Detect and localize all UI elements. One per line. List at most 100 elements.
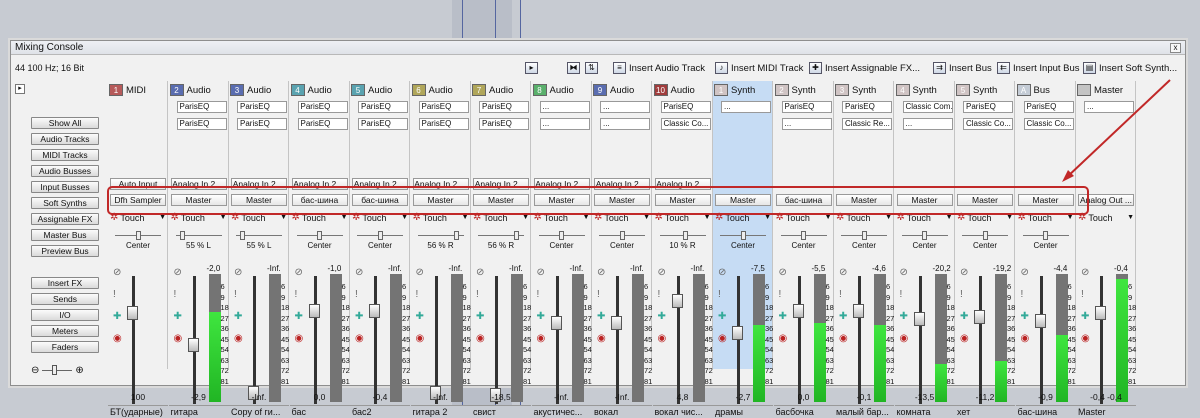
mute-icon[interactable]: ⊘	[960, 268, 968, 278]
solo-icon[interactable]: !	[355, 290, 358, 300]
mute-icon[interactable]: ⊘	[718, 268, 726, 278]
record-arm-icon[interactable]: ◉	[597, 334, 606, 344]
volume-fader[interactable]	[187, 338, 199, 352]
solo-icon[interactable]: !	[1081, 290, 1084, 300]
pan-handle[interactable]	[982, 231, 988, 240]
sends-button[interactable]: Sends	[31, 293, 99, 305]
insert-fx-slot[interactable]: ParisEQ	[660, 101, 711, 113]
insert-fx-slot[interactable]: ParisEQ	[479, 101, 529, 113]
record-arm-icon[interactable]: ◉	[113, 334, 122, 344]
solo-icon[interactable]: !	[113, 290, 116, 300]
insert-fx-slot[interactable]: ParisEQ	[176, 118, 227, 130]
pan-slider[interactable]: 55 % L	[170, 228, 228, 250]
audio-busses-button[interactable]: Audio Busses	[31, 165, 99, 177]
track-name-field[interactable]: вокал	[592, 405, 652, 418]
solo-icon[interactable]: !	[537, 290, 540, 300]
insert-fx-slot[interactable]: ...	[721, 101, 771, 113]
toolbar-menu-icon[interactable]: ▸	[525, 60, 538, 76]
track-name-field[interactable]: комната	[894, 405, 955, 418]
pan-slider[interactable]: Center	[533, 228, 591, 250]
track-name-field[interactable]: вокал чис...	[652, 405, 713, 418]
record-arm-icon[interactable]: ◉	[658, 334, 667, 344]
phase-icon[interactable]: ✚	[113, 312, 121, 322]
volume-fader[interactable]	[550, 316, 562, 330]
mute-icon[interactable]: ⊘	[1021, 268, 1029, 278]
record-arm-icon[interactable]: ◉	[779, 334, 788, 344]
strip-header[interactable]: 7 Audio	[472, 83, 529, 97]
insert-fx-slot[interactable]: ...	[539, 101, 590, 113]
record-arm-icon[interactable]: ◉	[1081, 334, 1090, 344]
volume-fader[interactable]	[127, 306, 138, 320]
record-arm-icon[interactable]: ◉	[900, 334, 909, 344]
track-name-field[interactable]: гитара	[168, 405, 229, 418]
solo-icon[interactable]: !	[900, 290, 903, 300]
solo-icon[interactable]: !	[295, 290, 298, 300]
record-arm-icon[interactable]: ◉	[295, 334, 304, 344]
track-name-field[interactable]: бас2	[350, 405, 410, 418]
insert-fx-slot[interactable]: ParisEQ	[963, 101, 1013, 113]
insert-fx-slot[interactable]: Classic Co...	[963, 118, 1013, 130]
volume-fader[interactable]	[853, 304, 864, 318]
record-arm-icon[interactable]: ◉	[234, 334, 243, 344]
pan-handle[interactable]	[514, 231, 520, 240]
volume-fader[interactable]	[792, 304, 804, 318]
phase-icon[interactable]: ✚	[537, 312, 545, 322]
record-arm-icon[interactable]: ◉	[839, 334, 848, 344]
zoom-control[interactable]: ⊖ ⊕	[31, 365, 84, 376]
phase-icon[interactable]: ✚	[416, 312, 424, 322]
track-name-field[interactable]: бас	[289, 405, 350, 418]
mute-icon[interactable]: ⊘	[839, 268, 847, 278]
expand-arrow-icon[interactable]: ▸	[15, 84, 25, 94]
track-name-field[interactable]: драмы	[713, 405, 773, 418]
input-busses-button[interactable]: Input Busses	[31, 181, 99, 193]
record-arm-icon[interactable]: ◉	[174, 334, 183, 344]
meters-button[interactable]: Meters	[31, 325, 99, 337]
record-arm-icon[interactable]: ◉	[960, 334, 969, 344]
solo-icon[interactable]: !	[597, 290, 600, 300]
pan-slider[interactable]: 55 % L	[230, 228, 288, 250]
pan-handle[interactable]	[453, 231, 459, 240]
volume-fader[interactable]	[913, 312, 925, 326]
toolbar-routing-icon[interactable]: ⧓	[567, 60, 580, 76]
volume-fader[interactable]	[1095, 306, 1106, 320]
strip-header[interactable]: 4 Audio	[290, 83, 348, 97]
insert-bus-button[interactable]: ⇉ Insert Bus	[933, 60, 992, 76]
pan-slider[interactable]: Center	[593, 228, 651, 250]
mute-icon[interactable]: ⊘	[779, 268, 787, 278]
volume-fader[interactable]	[974, 310, 985, 324]
master-bus-button[interactable]: Master Bus	[31, 229, 99, 241]
mute-icon[interactable]: ⊘	[476, 268, 484, 278]
strip-header[interactable]: 1 Synth	[714, 83, 771, 97]
strip-header[interactable]: 10 Audio	[653, 83, 711, 97]
pan-handle[interactable]	[683, 231, 689, 240]
insert-soft-synth-button[interactable]: ▤ Insert Soft Synth...	[1083, 60, 1177, 76]
pan-handle[interactable]	[922, 231, 927, 240]
insert-fx-slot[interactable]: ParisEQ	[479, 118, 529, 130]
strip-header[interactable]: 1 MIDI	[109, 83, 166, 97]
phase-icon[interactable]: ✚	[234, 312, 242, 322]
mute-icon[interactable]: ⊘	[900, 268, 908, 278]
phase-icon[interactable]: ✚	[295, 312, 303, 322]
insert-fx-slot[interactable]: ...	[600, 101, 650, 113]
phase-icon[interactable]: ✚	[355, 312, 363, 322]
strip-header[interactable]: 8 Audio	[532, 83, 590, 97]
mute-icon[interactable]: ⊘	[416, 268, 424, 278]
pan-handle[interactable]	[801, 231, 806, 240]
pan-handle[interactable]	[377, 231, 383, 240]
strip-header[interactable]: 9 Audio	[593, 83, 650, 97]
track-name-field[interactable]: бас-шина	[1015, 405, 1076, 418]
insert-fx-slot[interactable]: ...	[539, 118, 590, 130]
insert-midi-track-button[interactable]: ♪ Insert MIDI Track	[715, 60, 803, 76]
midi-tracks-button[interactable]: MIDI Tracks	[31, 149, 99, 161]
faders-button[interactable]: Faders	[31, 341, 99, 353]
audio-tracks-button[interactable]: Audio Tracks	[31, 133, 99, 145]
record-arm-icon[interactable]: ◉	[718, 334, 727, 344]
track-name-field[interactable]: БТ(ударные)	[108, 405, 168, 418]
mute-icon[interactable]: ⊘	[597, 268, 605, 278]
strip-header[interactable]: 5 Audio	[351, 83, 408, 97]
mute-icon[interactable]: ⊘	[1081, 268, 1089, 278]
volume-fader[interactable]	[611, 316, 622, 330]
insert-fx-slot[interactable]: ParisEQ	[176, 101, 227, 113]
phase-icon[interactable]: ✚	[839, 312, 847, 322]
track-name-field[interactable]: басбочка	[773, 405, 834, 418]
